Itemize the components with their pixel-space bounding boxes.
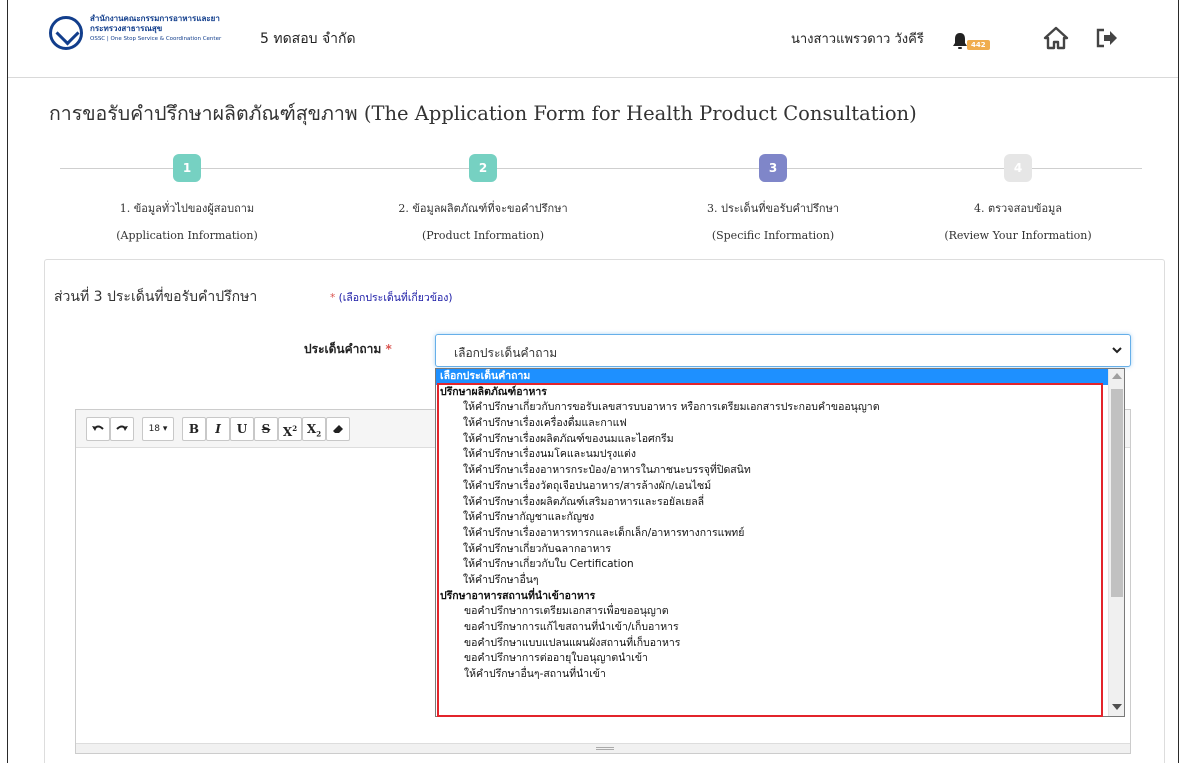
question-select[interactable]: เลือกประเด็นคำถาม [435, 334, 1131, 367]
step-2[interactable]: 2 2. ข้อมูลผลิตภัณฑ์ที่จะขอคำปรึกษา (Pro… [378, 154, 588, 242]
logo-org-name: สำนักงานคณะกรรมการอาหารและยา [90, 14, 220, 23]
step-number: 2 [469, 154, 497, 182]
section-note: * (เลือกประเด็นที่เกี่ยวข้อง) [330, 289, 453, 306]
bold-button[interactable]: B [182, 417, 206, 441]
underline-button[interactable]: U [230, 417, 254, 441]
user-name: นางสาวแพรวดาว วังคีรี [791, 32, 924, 47]
logo-ministry: กระทรวงสาธารณสุข [90, 24, 163, 33]
notification-badge: 442 [967, 40, 990, 50]
italic-icon: I [215, 422, 221, 436]
step-1[interactable]: 1 1. ข้อมูลทั่วไปของผู้สอบถาม (Applicati… [102, 154, 272, 242]
section-note-text: (เลือกประเด็นที่เกี่ยวข้อง) [338, 292, 453, 304]
superscript-button[interactable]: X2 [278, 417, 302, 441]
step-sublabel: (Specific Information) [711, 229, 835, 242]
logo-ossc: OSSC | One Stop Service & Coordination C… [90, 36, 222, 42]
required-star: * [330, 292, 336, 304]
eraser-icon [333, 425, 343, 433]
company-name: 5 ทดสอบ จำกัด [260, 31, 356, 47]
question-select-value: เลือกประเด็นคำถาม [454, 346, 558, 360]
strikethrough-icon: S [261, 422, 271, 436]
chevron-down-icon [1112, 347, 1122, 354]
fda-emblem-icon [49, 16, 83, 50]
section-title: ส่วนที่ 3 ประเด็นที่ขอรับคำปรึกษา [54, 289, 258, 305]
app-window: สำนักงานคณะกรรมการอาหารและยา กระทรวงสาธา… [7, 0, 1179, 763]
home-icon[interactable] [1043, 25, 1069, 51]
step-sublabel: (Review Your Information) [944, 229, 1092, 242]
scroll-down-icon[interactable] [1112, 704, 1122, 710]
redo-button[interactable] [110, 417, 134, 441]
superscript-icon: X2 [282, 424, 298, 439]
step-sublabel: (Product Information) [421, 229, 545, 242]
step-sublabel: (Application Information) [116, 229, 258, 242]
highlight-annotation-box [437, 383, 1103, 717]
fda-logo[interactable]: สำนักงานคณะกรรมการอาหารและยา กระทรวงสาธา… [49, 14, 244, 54]
step-label: 2. ข้อมูลผลิตภัณฑ์ที่จะขอคำปรึกษา [398, 202, 568, 215]
step-3[interactable]: 3 3. ประเด็นที่ขอรับคำปรึกษา (Specific I… [688, 154, 858, 242]
page-title: การขอรับคำปรึกษาผลิตภัณฑ์สุขภาพ (The App… [49, 102, 917, 125]
strikethrough-button[interactable]: S [254, 417, 278, 441]
dropdown-scrollbar[interactable] [1108, 369, 1124, 716]
undo-icon [92, 425, 104, 431]
undo-button[interactable] [86, 417, 110, 441]
question-label-text: ประเด็นคำถาม [304, 342, 382, 356]
step-4[interactable]: 4 4. ตรวจสอบข้อมูล (Review Your Informat… [933, 154, 1103, 242]
font-size-value: 18 [148, 424, 161, 434]
font-size-dropdown[interactable]: 18 ▾ [142, 417, 174, 441]
subscript-icon: X2 [306, 422, 322, 439]
eraser-button[interactable] [326, 417, 350, 441]
italic-button[interactable]: I [206, 417, 230, 441]
step-label: 4. ตรวจสอบข้อมูล [973, 202, 1063, 215]
redo-icon [116, 425, 128, 431]
step-number: 1 [173, 154, 201, 182]
bold-icon: B [188, 422, 200, 436]
editor-resize-handle[interactable] [76, 743, 1130, 753]
subscript-button[interactable]: X2 [302, 417, 326, 441]
step-number: 3 [759, 154, 787, 182]
question-field-label: ประเด็นคำถาม * [304, 340, 392, 359]
required-star: * [385, 342, 392, 356]
top-navbar: สำนักงานคณะกรรมการอาหารและยา กระทรวงสาธา… [8, 0, 1178, 78]
scroll-thumb[interactable] [1111, 389, 1123, 597]
step-number: 4 [1004, 154, 1032, 182]
step-label: 3. ประเด็นที่ขอรับคำปรึกษา [707, 202, 839, 215]
logout-icon[interactable] [1096, 28, 1118, 48]
scroll-up-icon[interactable] [1112, 373, 1122, 379]
underline-icon: U [236, 422, 248, 436]
step-label: 1. ข้อมูลทั่วไปของผู้สอบถาม [119, 202, 255, 215]
